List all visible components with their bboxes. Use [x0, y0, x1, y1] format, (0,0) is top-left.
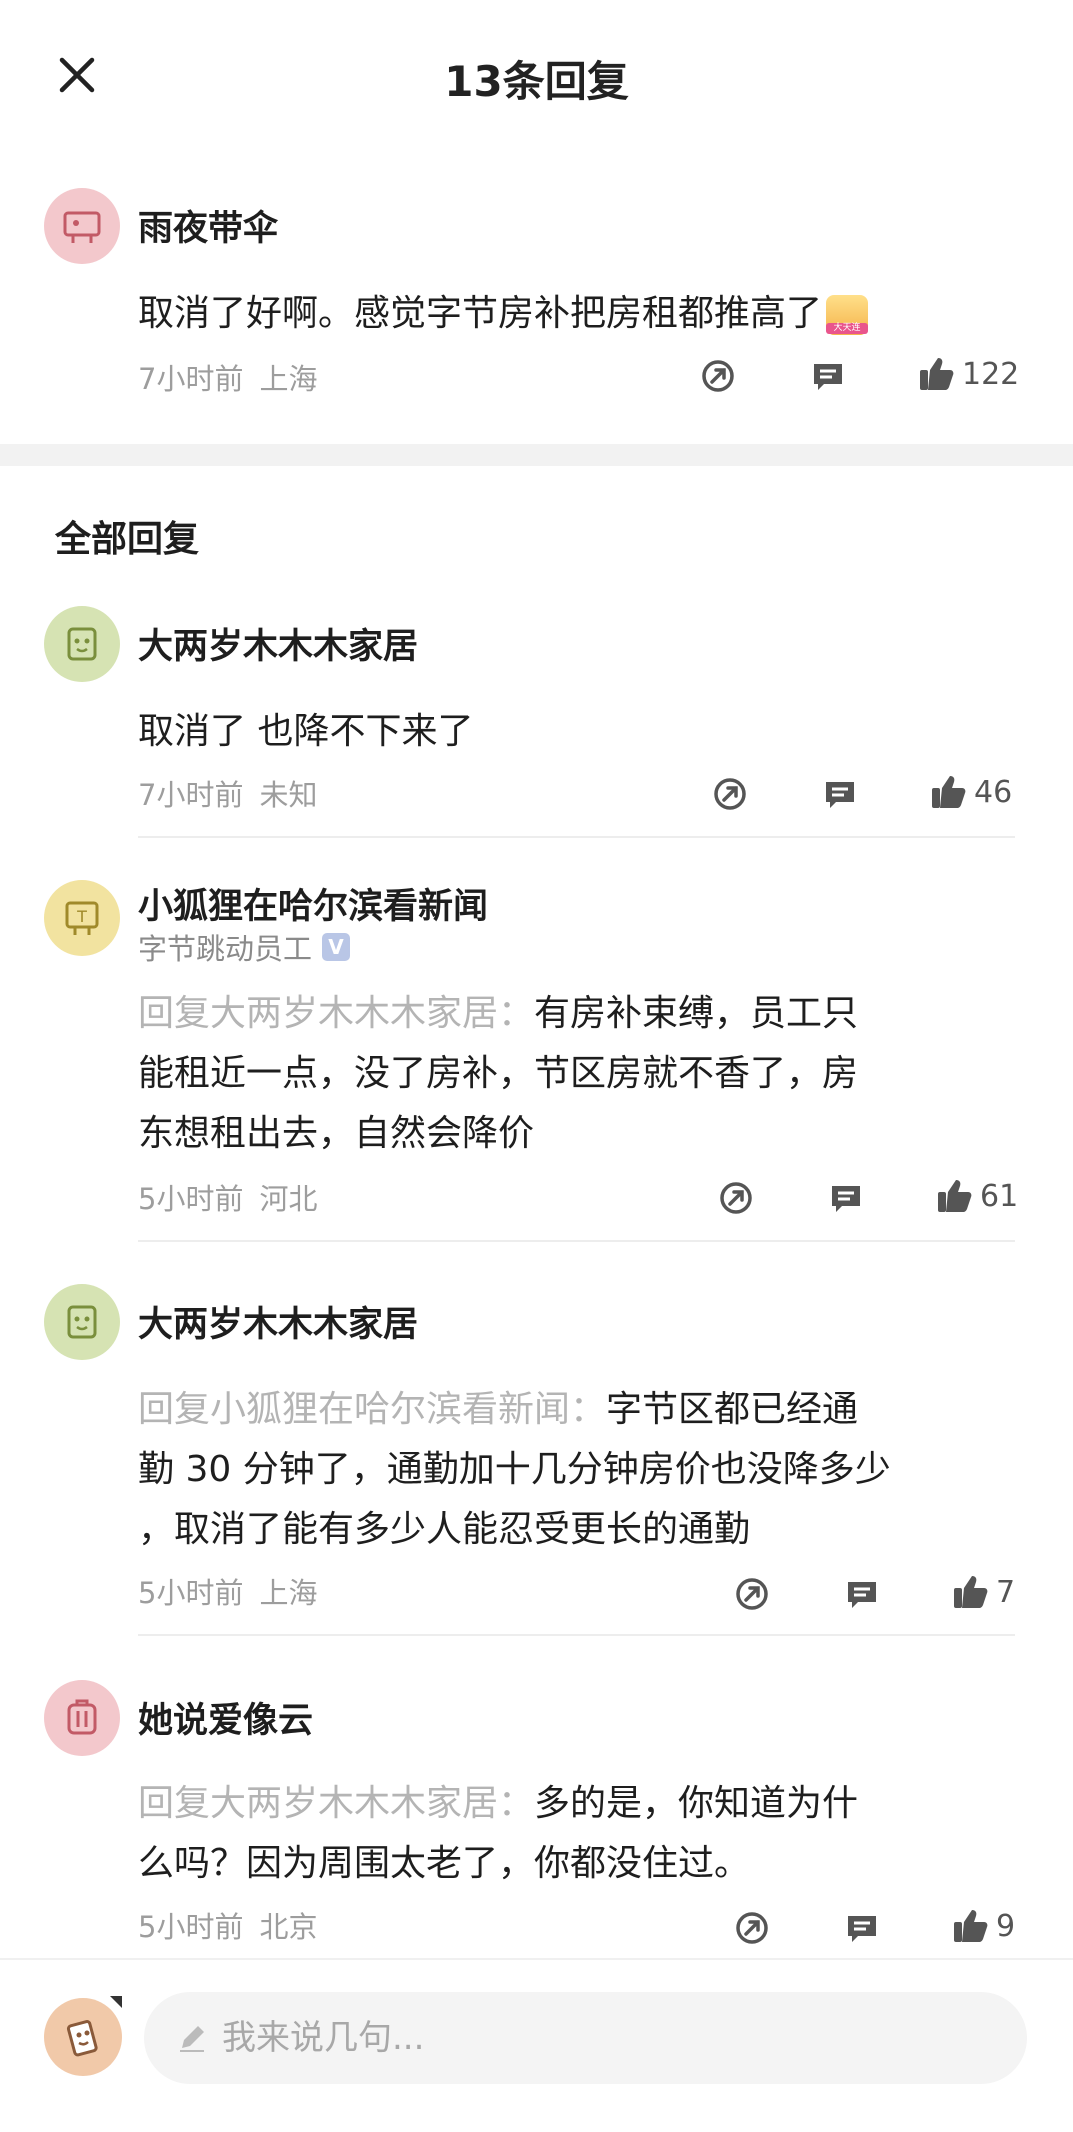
badge-label: 字节跳动员工 [138, 932, 313, 966]
share-button[interactable] [698, 356, 738, 396]
reply-text: 取消了 也降不下来了 [138, 711, 474, 752]
username[interactable]: 小狐狸在哈尔滨看新闻 [138, 878, 488, 929]
username[interactable]: 大两岁木木木家居 [138, 1296, 418, 1347]
like-button[interactable]: 61 [936, 1178, 1018, 1214]
section-title: 全部回复 [55, 519, 200, 560]
location: 未知 [259, 778, 318, 812]
comment-input-box[interactable] [144, 1992, 1027, 2084]
like-count: 46 [974, 774, 1013, 810]
timestamp: 7小时前 [138, 362, 244, 396]
verified-icon: V [322, 933, 351, 961]
avatar[interactable] [44, 606, 120, 682]
timestamp: 7小时前 [138, 778, 244, 812]
username[interactable]: 雨夜带伞 [138, 200, 278, 251]
divider [138, 1634, 1015, 1636]
header: 13条回复 [0, 0, 1073, 150]
comment-icon [832, 1186, 860, 1212]
location: 北京 [259, 1910, 318, 1944]
location: 上海 [259, 362, 318, 396]
share-button[interactable] [716, 1178, 756, 1218]
location: 河北 [259, 1182, 318, 1216]
user-badge: 字节跳动员工 V [138, 926, 351, 968]
svg-text:T: T [76, 907, 87, 926]
share-icon [714, 778, 746, 810]
like-count: 7 [996, 1574, 1016, 1610]
avatar[interactable] [44, 1284, 120, 1360]
reply-to-prefix[interactable]: 回复大两岁木木木家居： [138, 993, 534, 1034]
pen-icon [180, 2026, 204, 2052]
like-button[interactable]: 7 [952, 1574, 1015, 1610]
comment-meta: 5小时前 北京 [138, 1904, 317, 1946]
section-divider [0, 444, 1073, 466]
comment-text: 取消了好啊。感觉字节房补把房租都推高了 大天连 [138, 284, 1018, 344]
notification-dot [110, 1996, 122, 2008]
thumbs-up-icon [954, 1910, 988, 1942]
share-icon [720, 1182, 752, 1214]
share-icon [736, 1578, 768, 1610]
like-button[interactable]: 9 [952, 1908, 1015, 1944]
comment-icon [848, 1582, 876, 1608]
share-icon [702, 360, 734, 392]
reply-button[interactable] [820, 774, 860, 814]
comment-meta: 7小时前 上海 [138, 356, 317, 398]
thumbs-up-icon [920, 358, 954, 390]
comment-icon [826, 782, 854, 808]
reply-text: 回复小狐狸在哈尔滨看新闻：字节区都已经通 勤 30 分钟了，通勤加十几分钟房价也… [138, 1389, 891, 1550]
comment-meta: 5小时前 河北 [138, 1176, 317, 1218]
thumbs-up-icon [932, 776, 966, 808]
avatar[interactable]: T [44, 880, 120, 956]
timestamp: 5小时前 [138, 1910, 244, 1944]
share-button[interactable] [710, 774, 750, 814]
timestamp: 5小时前 [138, 1576, 244, 1610]
comment-meta: 5小时前 上海 [138, 1570, 317, 1612]
my-avatar[interactable] [44, 1998, 122, 2076]
comment-text-content: 取消了好啊。感觉字节房补把房租都推高了 [138, 293, 823, 334]
avatar[interactable] [44, 1680, 120, 1756]
like-button[interactable]: 122 [918, 356, 1019, 392]
reply-text: 回复大两岁木木木家居：多的是，你知道为什 么吗？因为周围太老了，你都没住过。 [138, 1783, 859, 1884]
comment-icon [848, 1916, 876, 1942]
comment-composer [0, 1958, 1073, 2132]
emoji-sticker: 大天连 [826, 295, 869, 335]
like-count: 61 [980, 1178, 1019, 1214]
share-button[interactable] [732, 1574, 772, 1614]
location: 上海 [259, 1576, 318, 1610]
username[interactable]: 她说爱像云 [138, 1692, 313, 1743]
reply-button[interactable] [826, 1178, 866, 1218]
reply-text: 回复大两岁木木木家居：有房补束缚，员工只 能租近一点，没了房补，节区房就不香了，… [138, 993, 859, 1154]
thumbs-up-icon [938, 1180, 972, 1212]
reply-button[interactable] [842, 1908, 882, 1948]
avatar[interactable] [44, 188, 120, 264]
divider [138, 836, 1015, 838]
like-button[interactable]: 46 [930, 774, 1012, 810]
reply-to-prefix[interactable]: 回复大两岁木木木家居： [138, 1783, 534, 1824]
page-title: 13条回复 [444, 57, 629, 106]
username[interactable]: 大两岁木木木家居 [138, 618, 418, 669]
reply-button[interactable] [842, 1574, 882, 1614]
share-button[interactable] [732, 1908, 772, 1948]
thumbs-up-icon [954, 1576, 988, 1608]
comment-icon [814, 364, 842, 390]
reply-button[interactable] [808, 356, 848, 396]
divider [138, 1240, 1015, 1242]
reply-to-prefix[interactable]: 回复小狐狸在哈尔滨看新闻： [138, 1389, 606, 1430]
comment-meta: 7小时前 未知 [138, 772, 317, 814]
comment-input[interactable] [220, 2017, 924, 2059]
timestamp: 5小时前 [138, 1182, 244, 1216]
share-icon [736, 1912, 768, 1944]
like-count: 9 [996, 1908, 1016, 1944]
like-count: 122 [962, 356, 1020, 392]
